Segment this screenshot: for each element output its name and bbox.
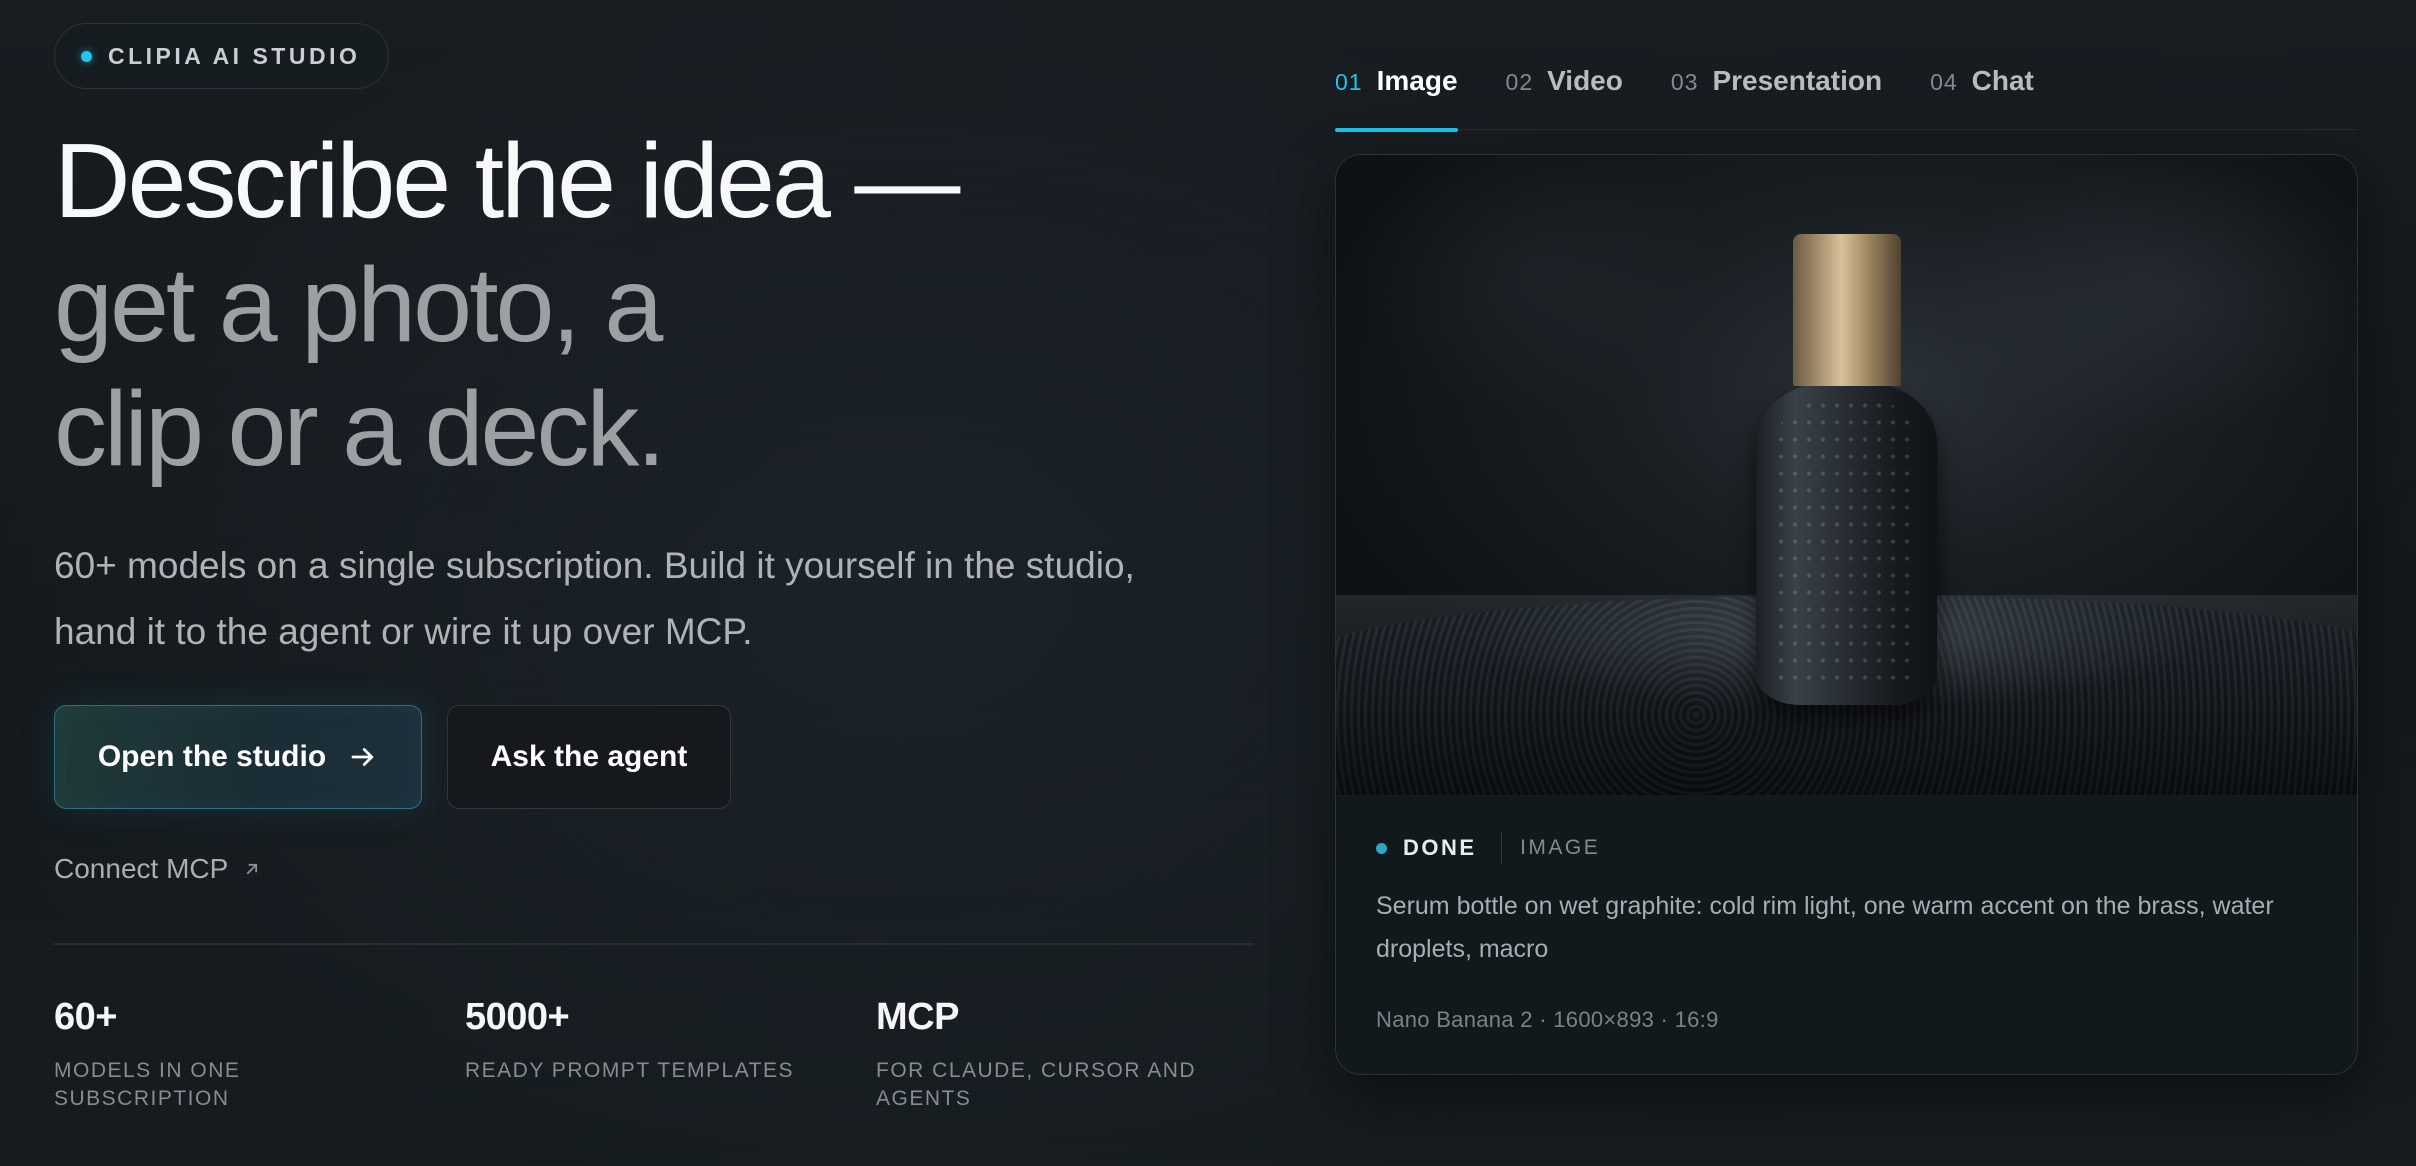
connect-mcp-link[interactable]: Connect MCP xyxy=(54,853,1254,885)
output-type-label: IMAGE xyxy=(1520,836,1601,859)
tab-chat[interactable]: 04 Chat xyxy=(1930,58,2034,130)
result-card: DONE IMAGE Serum bottle on wet graphite:… xyxy=(1335,154,2358,1075)
status-badge: DONE xyxy=(1403,835,1477,860)
arrow-right-icon xyxy=(351,748,374,766)
headline-line-2: get a photo, a xyxy=(54,246,663,364)
stat-item: 5000+ READY PROMPT TEMPLATES xyxy=(465,996,876,1113)
stats-divider xyxy=(54,943,1254,945)
image-bottle-body xyxy=(1756,383,1937,705)
output-type-tabs: 01 Image 02 Video 03 Presentation 04 Cha… xyxy=(1335,58,2358,132)
tab-image[interactable]: 01 Image xyxy=(1335,58,1458,132)
open-studio-button[interactable]: Open the studio xyxy=(54,705,422,809)
badge-dot xyxy=(81,50,92,62)
headline-line-3: clip or a deck. xyxy=(54,370,666,488)
tab-number: 03 xyxy=(1670,69,1699,95)
stat-value: 60+ xyxy=(54,996,117,1038)
hero-headline: Describe the idea — get a photo, a clip … xyxy=(54,119,1254,491)
tab-number: 04 xyxy=(1930,69,1958,95)
status-separator xyxy=(1500,832,1503,864)
tab-label: Presentation xyxy=(1712,65,1883,96)
hero-subtitle: 60+ models on a single subscription. Bui… xyxy=(54,545,1135,652)
image-bottle-cap xyxy=(1793,234,1901,386)
tab-number: 01 xyxy=(1335,69,1363,95)
result-details: DONE IMAGE Serum bottle on wet graphite:… xyxy=(1336,795,2357,1033)
badge-label: CLIPIA AI STUDIO xyxy=(108,42,361,69)
tab-presentation[interactable]: 03 Presentation xyxy=(1671,58,1882,130)
open-studio-label: Open the studio xyxy=(97,740,327,773)
generation-meta: Nano Banana 2 · 1600×893 · 16:9 xyxy=(1376,1007,1719,1032)
brand-badge: CLIPIA AI STUDIO xyxy=(54,23,390,89)
stat-label: MODELS IN ONE SUBSCRIPTION xyxy=(54,1059,241,1110)
ask-agent-label: Ask the agent xyxy=(490,740,688,773)
status-dot xyxy=(1376,842,1387,854)
tab-label: Chat xyxy=(1971,65,2034,96)
generated-image xyxy=(1336,155,2357,795)
stats-row: 60+ MODELS IN ONE SUBSCRIPTION 5000+ REA… xyxy=(54,996,1287,1113)
arrow-up-right-icon xyxy=(247,863,258,875)
cta-row: Open the studio Ask the agent xyxy=(54,705,1254,809)
stat-label: READY PROMPT TEMPLATES xyxy=(465,1059,795,1082)
stat-value: MCP xyxy=(876,996,959,1038)
tab-number: 02 xyxy=(1505,69,1534,95)
stat-value: 5000+ xyxy=(465,996,570,1038)
tab-video[interactable]: 02 Video xyxy=(1506,58,1623,130)
tab-label: Image xyxy=(1376,65,1458,96)
stat-label: FOR CLAUDE, CURSOR AND AGENTS xyxy=(876,1059,1197,1110)
tab-label: Video xyxy=(1547,65,1623,96)
connect-mcp-label: Connect MCP xyxy=(54,853,229,884)
headline-line-1: Describe the idea — xyxy=(54,122,960,240)
ask-agent-button[interactable]: Ask the agent xyxy=(447,705,731,809)
status-row: DONE IMAGE xyxy=(1376,831,2317,865)
stat-item: 60+ MODELS IN ONE SUBSCRIPTION xyxy=(54,996,465,1113)
stat-item: MCP FOR CLAUDE, CURSOR AND AGENTS xyxy=(876,996,1287,1113)
prompt-text: Serum bottle on wet graphite: cold rim l… xyxy=(1376,892,2274,963)
hero-section: CLIPIA AI STUDIO Describe the idea — get… xyxy=(54,23,1254,885)
